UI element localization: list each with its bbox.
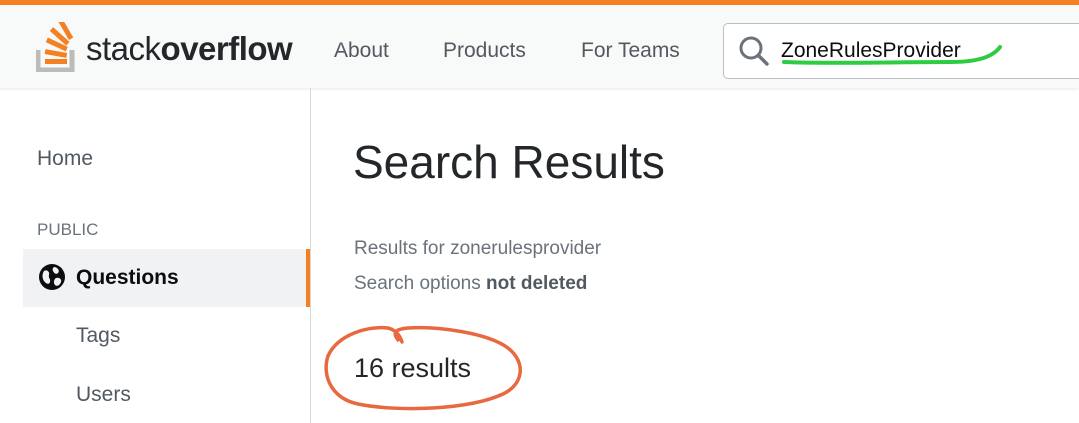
page-title: Search Results [353, 136, 665, 188]
search-icon [739, 36, 769, 66]
sidebar-item-home[interactable]: Home [37, 147, 93, 171]
nav-products[interactable]: Products [443, 39, 526, 63]
left-sidebar: Home PUBLIC Questions Tags Users [0, 88, 311, 423]
green-underline-annotation [782, 45, 1002, 65]
search-options-text: Search options not deleted [354, 273, 588, 294]
nav-for-teams[interactable]: For Teams [581, 39, 680, 63]
sidebar-item-questions[interactable]: Questions [23, 249, 310, 307]
results-for-text: Results for zonerulesprovider [354, 238, 602, 259]
orange-circle-annotation [324, 325, 522, 411]
search-options-value: not deleted [486, 273, 588, 294]
logo-wordmark: stackoverflow [86, 30, 293, 67]
sidebar-item-tags[interactable]: Tags [76, 324, 120, 348]
sidebar-item-users[interactable]: Users [76, 383, 131, 407]
stackoverflow-logo-icon [36, 22, 75, 72]
stackoverflow-logo[interactable]: stackoverflow [36, 19, 293, 75]
results-for-query: zonerulesprovider [450, 238, 602, 259]
sidebar-item-questions-label: Questions [76, 266, 179, 289]
nav-about[interactable]: About [334, 39, 389, 63]
globe-icon [39, 264, 65, 290]
sidebar-section-public: PUBLIC [37, 220, 99, 239]
